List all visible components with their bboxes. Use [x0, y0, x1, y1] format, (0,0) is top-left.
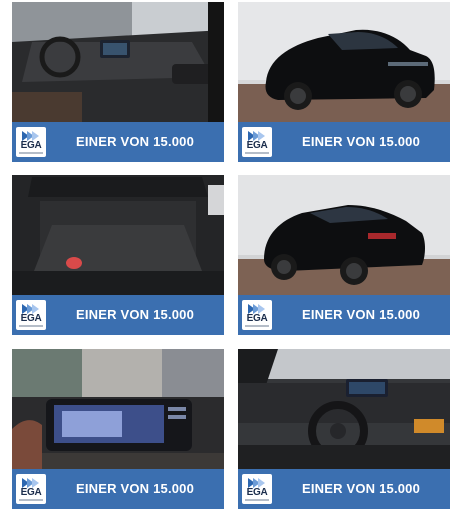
car-interior-dashboard-photo[interactable]	[12, 2, 224, 122]
promo-banner: EGA EINER VON 15.000	[238, 469, 450, 509]
promo-banner: EGA EINER VON 15.000	[238, 122, 450, 162]
ega-logo-icon: EGA	[16, 300, 46, 330]
banner-text: EINER VON 15.000	[75, 134, 195, 149]
promo-banner: EGA EINER VON 15.000	[12, 295, 224, 335]
gallery-card[interactable]: EGA EINER VON 15.000	[238, 2, 450, 162]
banner-text: EINER VON 15.000	[75, 307, 195, 322]
logo-text: EGA	[246, 487, 268, 498]
logo-text: EGA	[246, 313, 268, 324]
banner-text: EINER VON 15.000	[75, 481, 195, 496]
promo-banner: EGA EINER VON 15.000	[12, 469, 224, 509]
logo-text: EGA	[20, 140, 42, 151]
promo-banner: EGA EINER VON 15.000	[238, 295, 450, 335]
gallery-card[interactable]: EGA EINER VON 15.000	[238, 175, 450, 335]
ega-logo-icon: EGA	[242, 474, 272, 504]
gallery-card[interactable]: EGA EINER VON 15.000	[12, 2, 224, 162]
gallery-card[interactable]: EGA EINER VON 15.000	[12, 349, 224, 509]
banner-text: EINER VON 15.000	[301, 481, 421, 496]
car-exterior-front-photo[interactable]	[238, 2, 450, 122]
logo-text: EGA	[246, 140, 268, 151]
ega-logo-icon: EGA	[16, 127, 46, 157]
ega-logo-icon: EGA	[242, 300, 272, 330]
logo-text: EGA	[20, 487, 42, 498]
gallery-card[interactable]: EGA EINER VON 15.000	[12, 175, 224, 335]
car-interior-steering-wheel-photo[interactable]	[238, 349, 450, 469]
logo-text: EGA	[20, 313, 42, 324]
banner-text: EINER VON 15.000	[301, 307, 421, 322]
car-trunk-photo[interactable]	[12, 175, 224, 295]
car-exterior-rear-photo[interactable]	[238, 175, 450, 295]
photo-gallery: EGA EINER VON 15.000 EGA EINER VON 15.00…	[0, 0, 452, 509]
gallery-card[interactable]: EGA EINER VON 15.000	[238, 349, 450, 509]
promo-banner: EGA EINER VON 15.000	[12, 122, 224, 162]
banner-text: EINER VON 15.000	[301, 134, 421, 149]
car-infotainment-screen-photo[interactable]	[12, 349, 224, 469]
ega-logo-icon: EGA	[16, 474, 46, 504]
ega-logo-icon: EGA	[242, 127, 272, 157]
